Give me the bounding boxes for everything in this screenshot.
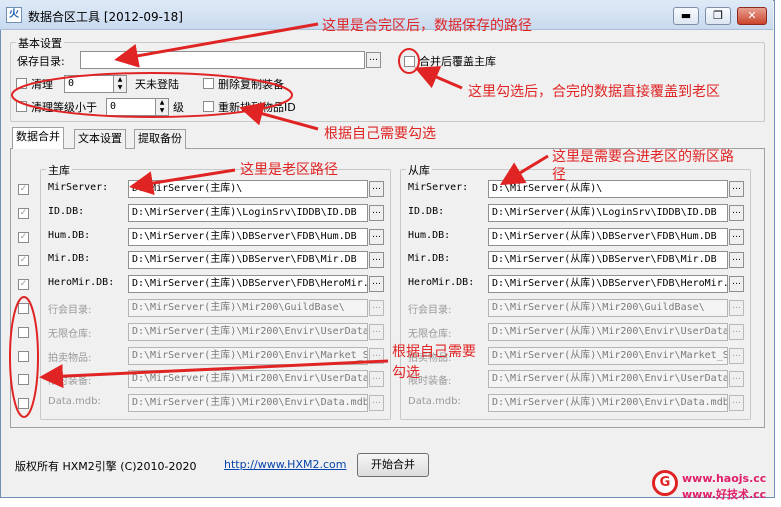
- annotation-check-2: 勾选: [392, 365, 420, 381]
- arrow-options: [239, 102, 319, 131]
- annotation-new-path-2: 径: [552, 167, 566, 183]
- arrow-overwrite: [414, 66, 463, 90]
- watermark-line1: www.haojs.cc: [682, 472, 767, 485]
- circle-checkboxes: [9, 296, 39, 418]
- watermark-logo-icon: G: [652, 470, 678, 496]
- annotation-check-1: 根据自己需要: [392, 344, 476, 360]
- annotation-overwrite: 这里勾选后，合完的数据直接覆盖到老区: [468, 84, 720, 100]
- arrow-old-path: [129, 168, 236, 196]
- arrow-save-path: [114, 22, 319, 68]
- annotation-new-path-1: 这里是需要合进老区的新区路: [552, 149, 734, 165]
- annotation-overlay: [9, 22, 549, 418]
- circle-overwrite: [398, 48, 420, 74]
- arrow-new-path: [499, 154, 549, 186]
- arrow-checkboxes: [39, 359, 389, 389]
- annotation-save-path: 这里是合完区后，数据保存的路径: [322, 18, 532, 34]
- annotation-old-path: 这里是老区路径: [240, 162, 338, 178]
- annotation-options: 根据自己需要勾选: [324, 126, 436, 142]
- watermark-line2: www.好技术.cc: [682, 488, 767, 501]
